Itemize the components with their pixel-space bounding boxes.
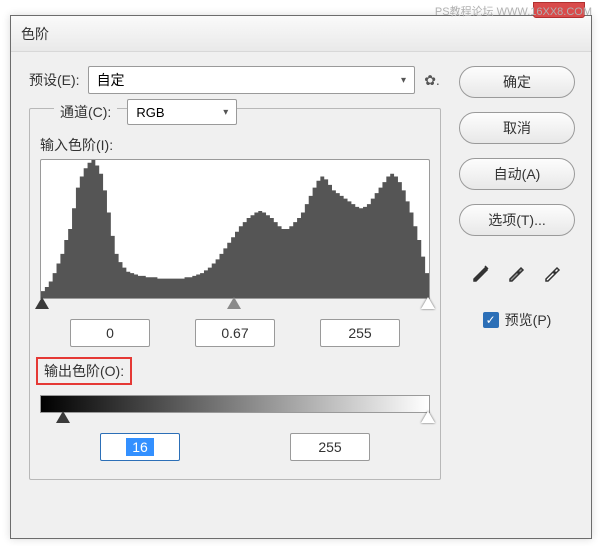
- channel-value: RGB: [136, 105, 164, 120]
- eyedropper-gray-icon[interactable]: [502, 258, 532, 286]
- output-values-row: 16 255: [40, 433, 430, 461]
- channel-row: 通道(C): RGB ▾: [54, 99, 430, 125]
- left-panel: 预设(E): 自定 ▾ ✿. 通道(C): RGB ▾ 输入色阶(I):: [29, 66, 441, 480]
- channel-dropdown[interactable]: RGB ▾: [127, 99, 237, 125]
- eyedropper-row: [466, 258, 568, 286]
- shadow-input[interactable]: 0: [70, 319, 150, 347]
- dialog-content: 预设(E): 自定 ▾ ✿. 通道(C): RGB ▾ 输入色阶(I):: [11, 52, 591, 494]
- output-gradient: [40, 395, 430, 413]
- output-high-input[interactable]: 255: [290, 433, 370, 461]
- options-button[interactable]: 选项(T)...: [459, 204, 575, 236]
- eyedropper-black-icon[interactable]: [466, 258, 496, 286]
- output-low-input[interactable]: 16: [100, 433, 180, 461]
- input-levels-label: 输入色阶(I):: [40, 135, 430, 155]
- output-low-slider[interactable]: [56, 411, 70, 423]
- midtone-input[interactable]: 0.67: [195, 319, 275, 347]
- preset-row: 预设(E): 自定 ▾ ✿.: [29, 66, 441, 94]
- chevron-down-icon: ▾: [401, 75, 406, 86]
- output-levels-label: 输出色阶(O):: [44, 363, 124, 379]
- preset-dropdown[interactable]: 自定 ▾: [88, 66, 415, 94]
- channel-label: 通道(C):: [54, 102, 117, 122]
- shadow-slider[interactable]: [35, 297, 49, 309]
- output-high-slider[interactable]: [421, 411, 435, 423]
- watermark-text: PS教程论坛 WWW.16XX8.COM: [435, 3, 592, 19]
- input-values-row: 0 0.67 255: [40, 319, 430, 347]
- midtone-slider[interactable]: [227, 297, 241, 309]
- histogram-chart: [40, 159, 430, 299]
- preset-label: 预设(E):: [29, 70, 80, 90]
- preview-row[interactable]: ✓ 预览(P): [483, 310, 552, 330]
- gear-icon[interactable]: ✿.: [423, 71, 441, 89]
- output-label-highlight: 输出色阶(O):: [36, 357, 132, 385]
- preview-checkbox[interactable]: ✓: [483, 312, 499, 328]
- preview-label: 预览(P): [505, 310, 552, 330]
- cancel-button[interactable]: 取消: [459, 112, 575, 144]
- chevron-down-icon: ▾: [223, 107, 228, 118]
- levels-panel: 通道(C): RGB ▾ 输入色阶(I): 0 0.6: [29, 108, 441, 480]
- window-title: 色阶: [21, 24, 49, 44]
- preset-value: 自定: [97, 70, 125, 90]
- titlebar: 色阶: [11, 16, 591, 52]
- levels-dialog: 色阶 预设(E): 自定 ▾ ✿. 通道(C): RGB ▾: [10, 15, 592, 539]
- output-slider-track[interactable]: [40, 413, 430, 425]
- input-slider-track[interactable]: [40, 299, 430, 311]
- highlight-input[interactable]: 255: [320, 319, 400, 347]
- right-panel: 确定 取消 自动(A) 选项(T)... ✓ 预览(P): [457, 66, 577, 480]
- ok-button[interactable]: 确定: [459, 66, 575, 98]
- highlight-slider[interactable]: [421, 297, 435, 309]
- eyedropper-white-icon[interactable]: [538, 258, 568, 286]
- auto-button[interactable]: 自动(A): [459, 158, 575, 190]
